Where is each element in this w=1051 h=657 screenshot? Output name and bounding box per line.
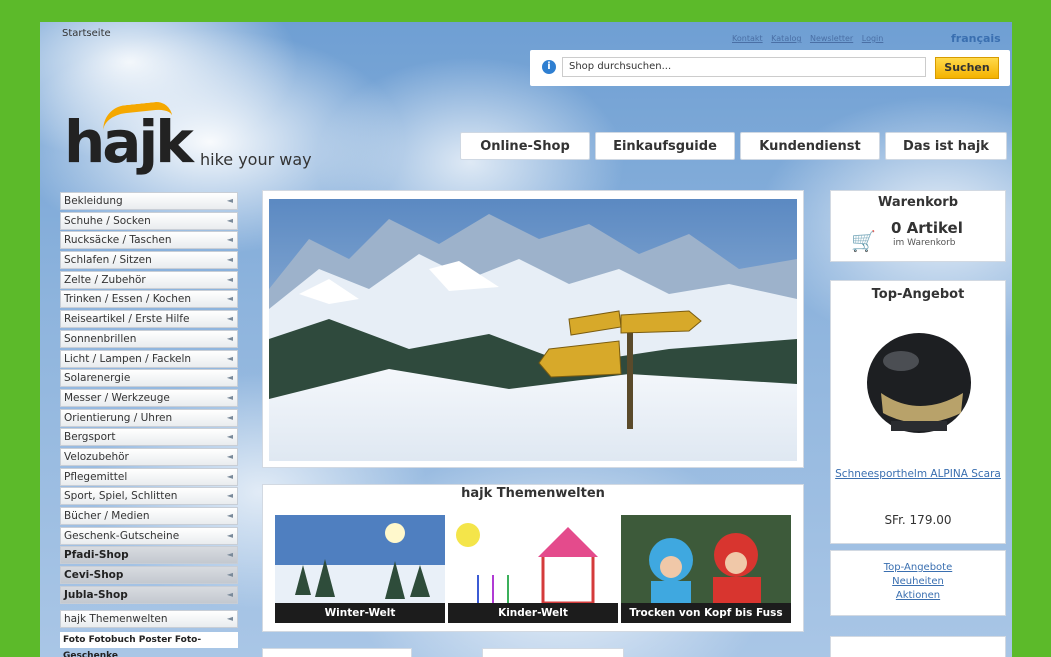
helmet-image[interactable] [861,321,977,451]
arrow-left-icon: ◄ [226,392,233,402]
cart-icon: 🛒 [851,229,876,253]
sidebar-item[interactable]: Sonnenbrillen ◄ [60,329,238,348]
arrow-left-icon: ◄ [226,432,233,442]
arrow-left-icon: ◄ [226,274,233,284]
newsletter-link[interactable]: Newsletter [810,34,853,43]
info-icon[interactable]: i [542,60,556,74]
category-sidebar: Bekleidung ◄ Schuhe / Socken ◄ Rucksäcke /… [60,192,238,657]
tile-caption: Kinder-Welt [448,603,618,623]
tile-trocken[interactable]: Trocken von Kopf bis Fuss [621,515,791,623]
sidebar-item-jubla-shop[interactable]: Jubla-Shop ◄ [60,585,238,604]
sidebar-item-cevi-shop[interactable]: Cevi-Shop ◄ [60,566,238,585]
sidebar-item[interactable]: Schlafen / Sitzen ◄ [60,251,238,270]
hero-image [269,199,797,461]
sidebar-item[interactable]: Solarenergie ◄ [60,369,238,388]
arrow-left-icon: ◄ [226,333,233,343]
sidebar-item[interactable]: Bekleidung ◄ [60,192,238,210]
sidebar-item[interactable]: Geschenk-Gutscheine ◄ [60,526,238,545]
hero-banner[interactable] [262,190,804,468]
arrow-left-icon: ◄ [226,613,233,623]
breadcrumb[interactable]: Startseite [62,28,111,39]
arrow-left-icon: ◄ [226,196,233,205]
arrow-left-icon: ◄ [226,314,233,324]
sidebar-item[interactable]: Zelte / Zubehör ◄ [60,270,238,289]
contact-link[interactable]: Kontakt [732,34,763,43]
sidebar-item-themenwelten[interactable]: hajk Themenwelten ◄ [60,609,238,628]
top-offer-product-link[interactable]: Schneesporthelm ALPINA Scara [831,467,1005,481]
link-top-angebote[interactable]: Top-Angebote [831,561,1005,575]
tile-kinder-welt[interactable]: Kinder-Welt [448,515,618,623]
arrow-left-icon: ◄ [226,530,233,540]
link-neuheiten[interactable]: Neuheiten [831,575,1005,589]
tile-winter-welt[interactable]: Winter-Welt [275,515,445,623]
arrow-left-icon: ◄ [226,373,233,383]
cart-title: Warenkorb [877,195,959,210]
bottom-right-box [830,636,1006,657]
arrow-left-icon: ◄ [226,550,233,560]
nav-einkaufsguide[interactable]: Einkaufsguide [595,132,735,160]
sidebar-item[interactable]: Trinken / Essen / Kochen ◄ [60,290,238,309]
cart-sub: im Warenkorb [893,238,956,248]
tile-caption: Trocken von Kopf bis Fuss [621,603,791,623]
sidebar-item[interactable]: Pflegemittel ◄ [60,467,238,486]
arrow-left-icon: ◄ [226,511,233,520]
nav-online-shop[interactable]: Online-Shop [460,132,590,160]
bottom-tabs [262,648,802,657]
arrow-left-icon: ◄ [226,570,233,580]
sidebar-item[interactable]: Reiseartikel / Erste Hilfe ◄ [60,310,238,329]
search-bar: i Shop durchsuchen... Suchen [530,50,1010,86]
top-offer-title: Top-Angebot [871,287,965,302]
arrow-left-icon: ◄ [226,353,233,363]
sidebar-item[interactable]: Orientierung / Uhren ◄ [60,408,238,427]
bottom-tab[interactable] [482,648,624,657]
sidebar-item[interactable]: Sport, Spiel, Schlitten ◄ [60,487,238,506]
sidebar-item-pfadi-shop[interactable]: Pfadi-Shop ◄ [60,546,238,565]
search-button[interactable]: Suchen [935,57,999,79]
arrow-left-icon: ◄ [226,294,233,304]
cart-count: 0 Artikel [891,219,963,237]
logo-wordmark: hajk [64,108,194,176]
sidebar-item[interactable]: Bücher / Medien ◄ [60,507,238,525]
themenwelten-title: hajk Themenwelten [461,486,605,501]
foto-links-bar[interactable]: Foto Fotobuch Poster Foto-Geschenke [60,631,238,657]
nav-das-ist-hajk[interactable]: Das ist hajk [885,132,1007,160]
sidebar-item[interactable]: Licht / Lampen / Fackeln ◄ [60,349,238,368]
arrow-left-icon: ◄ [226,491,233,501]
sidebar-item[interactable]: Velozubehör ◄ [60,447,238,466]
tile-caption: Winter-Welt [275,603,445,623]
more-links-box: Top-Angebote Neuheiten Aktionen [830,550,1006,616]
page: Startseite Kontakt Katalog Newsletter Lo… [40,22,1012,657]
sidebar-item[interactable]: Rucksäcke / Taschen ◄ [60,231,238,250]
bottom-tab[interactable] [262,648,412,657]
sidebar-item[interactable]: Schuhe / Socken ◄ [60,211,238,230]
arrow-left-icon: ◄ [226,215,233,225]
sidebar-item[interactable]: Messer / Werkzeuge ◄ [60,388,238,407]
top-links: Kontakt Katalog Newsletter Login [732,34,889,43]
arrow-left-icon: ◄ [226,451,233,461]
top-offer-price: SFr. 179.00 [884,513,952,527]
arrow-left-icon: ◄ [226,255,233,265]
sidebar-item[interactable]: Bergsport ◄ [60,428,238,447]
cart-box[interactable]: Warenkorb 🛒 0 Artikel im Warenkorb [830,190,1006,262]
login-link[interactable]: Login [862,34,884,43]
language-link[interactable]: français [951,32,1001,45]
arrow-left-icon: ◄ [226,589,233,599]
logo-tagline: hike your way [200,150,312,169]
themenwelten-box: hajk Themenwelten Winter-Welt Kinder-Wel… [262,484,804,632]
arrow-left-icon: ◄ [226,235,233,245]
arrow-left-icon: ◄ [226,412,233,422]
search-input[interactable]: Shop durchsuchen... [562,57,926,77]
top-offer-box: Top-Angebot Schneesporthelm ALPINA Scara… [830,280,1006,544]
catalog-link[interactable]: Katalog [771,34,801,43]
arrow-left-icon: ◄ [226,471,233,481]
link-aktionen[interactable]: Aktionen [831,589,1005,603]
nav-kundendienst[interactable]: Kundendienst [740,132,880,160]
